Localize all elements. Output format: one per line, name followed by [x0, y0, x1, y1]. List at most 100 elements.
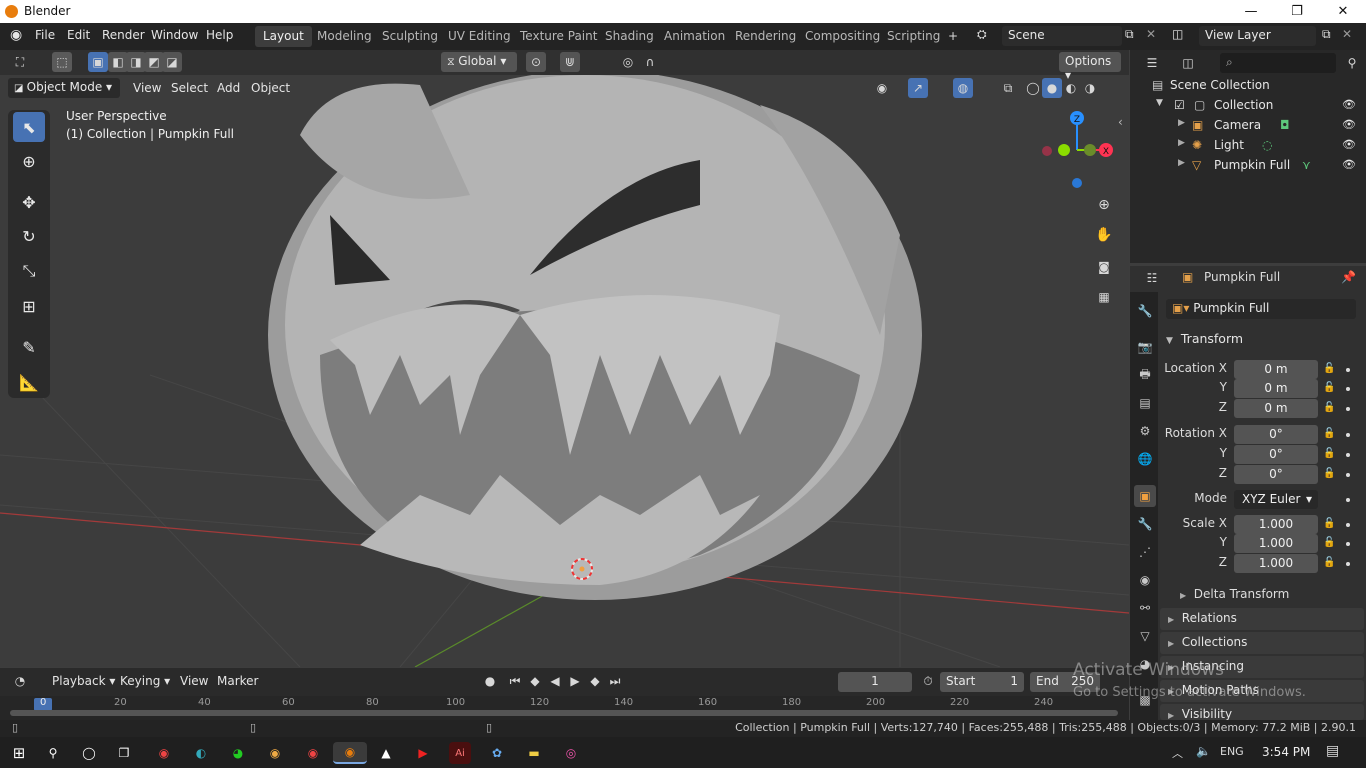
tab-compositing[interactable]: Compositing [797, 26, 888, 47]
scene-close-icon[interactable]: ✕ [1146, 27, 1156, 41]
tab-rendering[interactable]: Rendering [727, 26, 804, 47]
rendered-shading-icon[interactable]: ◑ [1080, 78, 1100, 98]
record-icon[interactable]: ● [480, 671, 500, 691]
lock-icon[interactable]: 🔓 [1323, 363, 1335, 374]
scale-x-field[interactable]: 1.000 [1234, 515, 1318, 534]
expand-arrow-icon[interactable]: ▶ [1178, 138, 1185, 148]
cortana-icon[interactable]: ◯ [78, 742, 100, 764]
orientation-dropdown[interactable]: ⧖ Global ▾ [441, 52, 517, 72]
blender-taskbar-icon[interactable]: ◉ [333, 742, 367, 764]
properties-editor-icon[interactable]: ☷ [1142, 268, 1162, 288]
tab-modeling[interactable]: Modeling [309, 26, 380, 47]
task-view-icon[interactable]: ❐ [113, 742, 135, 764]
location-z-field[interactable]: 0 m [1234, 399, 1318, 418]
start-icon[interactable]: ⊞ [8, 742, 30, 764]
tab-scripting[interactable]: Scripting [879, 26, 948, 47]
camera-visibility-icon[interactable]: 👁 [1342, 118, 1356, 131]
blender-menu-icon[interactable]: ◉ [10, 27, 22, 43]
rotation-mode-dropdown[interactable]: XYZ Euler ▾ [1234, 490, 1318, 509]
annotate-tool-icon[interactable]: ✎ [13, 332, 45, 362]
select-mode-new-icon[interactable]: ▣ [88, 52, 108, 72]
play-icon[interactable]: ▶ [565, 671, 585, 691]
view-layer-icon[interactable]: ◫ [1172, 27, 1183, 41]
select-tool-icon[interactable]: ⬉ [13, 112, 45, 142]
gizmos-icon[interactable]: ↗ [908, 78, 928, 98]
chrome-icon[interactable]: ◉ [153, 742, 175, 764]
pin-icon[interactable]: 📌 [1341, 270, 1356, 284]
render-tab-icon[interactable]: 📷 [1134, 336, 1156, 358]
edge-icon[interactable]: ◐ [190, 742, 212, 764]
keyframe-dot-icon[interactable] [1346, 473, 1350, 477]
volume-icon[interactable]: 🔈 [1196, 744, 1211, 758]
measure-tool-icon[interactable]: 📐 [13, 367, 45, 397]
stopwatch-icon[interactable]: ⏱ [918, 671, 938, 691]
filter-icon[interactable]: ⚲ [1342, 53, 1362, 73]
clock[interactable]: 3:54 PM [1262, 745, 1310, 759]
sidebar-toggle-icon[interactable]: ‹ [1118, 115, 1123, 129]
prev-keyframe-icon[interactable]: ◆ [525, 671, 545, 691]
language-indicator[interactable]: ENG [1220, 745, 1244, 758]
chrome-profile-icon[interactable]: ◉ [264, 742, 286, 764]
3d-viewport[interactable]: Z X User Perspective (1) Collection | Pu… [0, 75, 1129, 667]
tool-tab-icon[interactable]: 🔧 [1134, 300, 1156, 322]
tab-sculpting[interactable]: Sculpting [374, 26, 446, 47]
grid-view-icon[interactable]: ▦ [1094, 287, 1114, 307]
light-visibility-icon[interactable]: 👁 [1342, 138, 1356, 151]
viewport-menu-object[interactable]: Object [251, 81, 290, 95]
object-name-field[interactable]: ▣▾ Pumpkin Full [1166, 299, 1356, 319]
lock-icon[interactable]: 🔓 [1323, 557, 1335, 568]
add-workspace-button[interactable]: + [940, 26, 966, 47]
tab-uv-editing[interactable]: UV Editing [440, 26, 519, 47]
expand-arrow-icon[interactable]: ▶ [1178, 118, 1185, 128]
outliner-editor-icon[interactable]: ☰ [1142, 53, 1162, 73]
tab-texture-paint[interactable]: Texture Paint [512, 26, 605, 47]
keyframe-dot-icon[interactable] [1346, 433, 1350, 437]
menu-help[interactable]: Help [206, 28, 233, 42]
view-layer-copy-icon[interactable]: ⧉ [1322, 27, 1331, 42]
chrome-alt-icon[interactable]: ◉ [302, 742, 324, 764]
app-circle-icon[interactable]: ◎ [560, 742, 582, 764]
select-mode-intersect-icon[interactable]: ◪ [162, 52, 182, 72]
rotation-x-field[interactable]: 0° [1234, 425, 1318, 444]
keying-menu[interactable]: Keying ▾ [120, 674, 170, 688]
timeline-ruler[interactable]: 0 20 40 60 80 100 120 140 160 180 200 22… [0, 696, 1129, 720]
jump-end-icon[interactable]: ⏭ [605, 671, 625, 691]
mesh-data-icon[interactable]: ⋎ [1302, 158, 1311, 172]
outliner-row-collection[interactable]: ▼ ☑ ▢ Collection 👁 [1130, 98, 1366, 118]
lock-icon[interactable]: 🔓 [1323, 428, 1335, 439]
lock-icon[interactable]: 🔓 [1323, 402, 1335, 413]
viewport-menu-add[interactable]: Add [217, 81, 240, 95]
physics-tab-icon[interactable]: ◉ [1134, 569, 1156, 591]
lock-icon[interactable]: 🔓 [1323, 448, 1335, 459]
modifier-tab-icon[interactable]: 🔧 [1134, 513, 1156, 535]
world-tab-icon[interactable]: 🌐 [1134, 448, 1156, 470]
marker-menu[interactable]: Marker [217, 674, 258, 688]
viewport-menu-select[interactable]: Select [171, 81, 208, 95]
move-tool-icon[interactable]: ✥ [13, 187, 45, 217]
outliner-row-pumpkin[interactable]: ▶ ▽ Pumpkin Full ⋎ 👁 [1130, 158, 1366, 178]
camera-data-icon[interactable]: ◘ [1280, 118, 1290, 132]
search-icon[interactable]: ⚲ [42, 742, 64, 764]
select-mode-extend-icon[interactable]: ◧ [108, 52, 128, 72]
select-mode-subtract-icon[interactable]: ◨ [126, 52, 146, 72]
current-frame-field[interactable]: 1 [838, 672, 912, 692]
lock-icon[interactable]: 🔓 [1323, 468, 1335, 479]
transform-tool-icon[interactable]: ⊞ [13, 291, 45, 321]
start-frame-field[interactable]: Start 1 [940, 672, 1024, 692]
minimize-button[interactable]: — [1228, 0, 1274, 23]
timeline-editor-icon[interactable]: ◔ [10, 671, 30, 691]
proportional-edit-icon[interactable]: ◎ [618, 52, 638, 72]
particles-tab-icon[interactable]: ⋰ [1134, 541, 1156, 563]
object-tab-icon[interactable]: ▣ [1134, 485, 1156, 507]
output-tab-icon[interactable]: 🖶 [1134, 364, 1156, 386]
play-reverse-icon[interactable]: ◀ [545, 671, 565, 691]
outliner-row-camera[interactable]: ▶ ▣ Camera ◘ 👁 [1130, 118, 1366, 138]
playback-menu[interactable]: Playback ▾ [52, 674, 115, 688]
transform-panel-header[interactable]: ▼ Transform [1166, 331, 1243, 346]
menu-edit[interactable]: Edit [67, 28, 90, 42]
scale-z-field[interactable]: 1.000 [1234, 554, 1318, 573]
keyframe-dot-icon[interactable] [1346, 368, 1350, 372]
view-layer-field[interactable]: View Layer [1199, 26, 1316, 46]
tab-animation[interactable]: Animation [656, 26, 733, 47]
outliner-display-mode-icon[interactable]: ◫ [1178, 53, 1198, 73]
